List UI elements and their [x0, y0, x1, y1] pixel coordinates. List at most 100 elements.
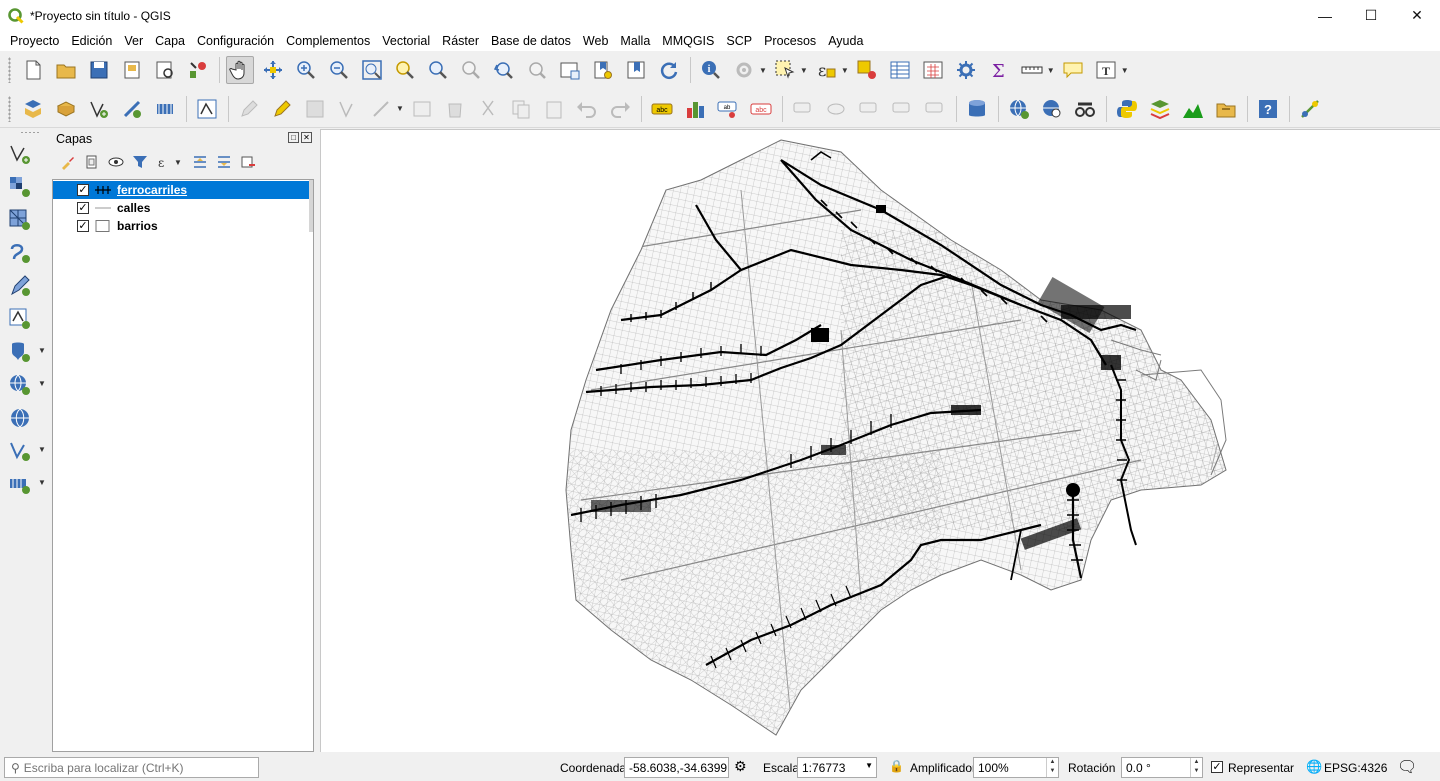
menu-raster[interactable]: Ráster — [436, 34, 485, 48]
maximize-button[interactable]: ☐ — [1348, 0, 1394, 31]
locator-bar[interactable]: ⚲ — [4, 757, 259, 778]
rotation-spinbox[interactable]: 0.0 ° ▲ ▼ — [1121, 757, 1203, 778]
pan-to-selection-icon[interactable] — [259, 56, 287, 84]
identify-features-icon[interactable]: i — [697, 56, 725, 84]
layer-row-calles[interactable]: ✓ calles — [53, 199, 311, 217]
new-print-layout-icon[interactable] — [118, 56, 146, 84]
map-render[interactable] — [321, 130, 1440, 752]
rotate-label-disabled-icon[interactable] — [855, 95, 883, 123]
add-wfs-icon[interactable] — [7, 405, 33, 431]
chevron-down-icon[interactable]: ▼ — [800, 66, 808, 75]
menu-capa[interactable]: Capa — [149, 34, 191, 48]
zoom-next-icon[interactable] — [523, 56, 551, 84]
layer-visibility-checkbox[interactable]: ✓ — [77, 202, 89, 214]
vertex-disabled-icon[interactable] — [367, 95, 395, 123]
field-calculator-icon[interactable] — [919, 56, 947, 84]
add-virtual-layer-icon[interactable] — [7, 438, 33, 464]
map-canvas[interactable] — [320, 129, 1440, 752]
copy-features-disabled-icon[interactable] — [507, 95, 535, 123]
chevron-down-icon[interactable]: ▼ — [38, 379, 46, 388]
manage-map-themes-icon[interactable] — [106, 152, 126, 172]
open-layer-styling-icon[interactable] — [58, 152, 78, 172]
new-map-view-icon[interactable] — [556, 56, 584, 84]
new-project-icon[interactable] — [19, 56, 47, 84]
chevron-down-icon[interactable]: ▼ — [1047, 66, 1055, 75]
zoom-native-icon[interactable] — [457, 56, 485, 84]
pan-map-icon[interactable] — [226, 56, 254, 84]
map-tips-icon[interactable] — [1059, 56, 1087, 84]
add-geopackage-icon[interactable] — [7, 273, 33, 299]
menu-malla[interactable]: Malla — [614, 34, 656, 48]
collapse-all-icon[interactable] — [214, 152, 234, 172]
menu-mmqgis[interactable]: MMQGIS — [656, 34, 720, 48]
digitize-with-segment-icon[interactable] — [118, 95, 146, 123]
save-edits-disabled-icon[interactable] — [301, 95, 329, 123]
menu-web[interactable]: Web — [577, 34, 614, 48]
scale-combo[interactable]: 1:76773 ▼ — [797, 757, 877, 778]
layer-row-ferrocarriles[interactable]: ✓ ferrocarriles — [53, 181, 311, 199]
select-by-expression-icon[interactable]: ε — [812, 56, 840, 84]
layer-tree-scrollbar[interactable] — [309, 180, 313, 232]
new-temporary-layer-icon[interactable] — [151, 95, 179, 123]
menu-ver[interactable]: Ver — [118, 34, 149, 48]
add-vector-layer-icon[interactable] — [7, 141, 33, 167]
layer-diagram-icon[interactable] — [681, 95, 709, 123]
text-annotation-icon[interactable]: T — [1092, 56, 1120, 84]
toolbar-grip[interactable] — [20, 131, 40, 134]
folder-tool-icon[interactable] — [1212, 95, 1240, 123]
toggle-editing-icon[interactable] — [52, 95, 80, 123]
chevron-down-icon[interactable]: ▼ — [841, 66, 849, 75]
add-postgis-icon[interactable] — [7, 339, 33, 365]
chevron-down-icon[interactable]: ▼ — [38, 346, 46, 355]
layer-labeling-icon[interactable]: abc — [648, 95, 676, 123]
add-wms-wmts-icon[interactable] — [7, 372, 33, 398]
filter-by-expression-icon[interactable]: ε — [154, 152, 174, 172]
zoom-to-selection-icon[interactable] — [391, 56, 419, 84]
chevron-down-icon[interactable]: ▼ — [396, 104, 404, 113]
change-label-disabled-icon[interactable] — [888, 95, 916, 123]
layer-visibility-checkbox[interactable]: ✓ — [77, 220, 89, 232]
scp-plugin-icon[interactable] — [1146, 95, 1174, 123]
menu-vectorial[interactable]: Vectorial — [376, 34, 436, 48]
menu-configuracion[interactable]: Configuración — [191, 34, 280, 48]
menu-complementos[interactable]: Complementos — [280, 34, 376, 48]
expand-all-icon[interactable] — [190, 152, 210, 172]
lock-scale-icon[interactable]: 🔒 — [889, 759, 904, 773]
current-edits-icon[interactable] — [19, 95, 47, 123]
coordinate-field[interactable]: -58.6038,-34.6399 — [624, 757, 729, 778]
chevron-down-icon[interactable]: ▼ — [38, 478, 46, 487]
move-label-disabled-icon[interactable] — [789, 95, 817, 123]
menu-edicion[interactable]: Edición — [65, 34, 118, 48]
toggle-extents-icon[interactable]: ⚙ — [734, 758, 747, 775]
chevron-down-icon[interactable]: ▼ — [1121, 66, 1129, 75]
menu-proyecto[interactable]: Proyecto — [4, 34, 65, 48]
chevron-down-icon[interactable]: ▼ — [865, 761, 873, 770]
modify-attributes-disabled-icon[interactable] — [408, 95, 436, 123]
run-action-icon[interactable] — [730, 56, 758, 84]
add-raster-layer-icon[interactable] — [7, 174, 33, 200]
edit-pencil-disabled-icon[interactable] — [235, 95, 263, 123]
label-properties-disabled-icon[interactable] — [921, 95, 949, 123]
metasearch-icon[interactable] — [1038, 95, 1066, 123]
select-features-icon[interactable] — [771, 56, 799, 84]
zoom-in-icon[interactable] — [292, 56, 320, 84]
locator-input[interactable] — [23, 760, 244, 775]
menu-scp[interactable]: SCP — [720, 34, 758, 48]
add-mesh-layer-icon[interactable] — [7, 207, 33, 233]
measure-line-icon[interactable] — [1018, 56, 1046, 84]
digitize-line-icon[interactable] — [85, 95, 113, 123]
profile-tool-icon[interactable] — [1179, 95, 1207, 123]
processing-toolbox-icon[interactable] — [952, 56, 980, 84]
deselect-all-icon[interactable] — [853, 56, 881, 84]
statistical-summary-icon[interactable]: Σ — [985, 56, 1013, 84]
delete-selected-disabled-icon[interactable] — [441, 95, 469, 123]
minimize-button[interactable]: — — [1302, 0, 1348, 31]
add-spatialite-icon[interactable] — [7, 306, 33, 332]
render-checkbox[interactable]: ✓ — [1211, 761, 1223, 773]
show-hide-labels-disabled-icon[interactable] — [822, 95, 850, 123]
add-group-icon[interactable] — [82, 152, 102, 172]
toolbar-grip[interactable] — [8, 57, 11, 83]
close-button[interactable]: ✕ — [1394, 0, 1440, 31]
save-project-icon[interactable] — [85, 56, 113, 84]
layout-manager-icon[interactable] — [151, 56, 179, 84]
